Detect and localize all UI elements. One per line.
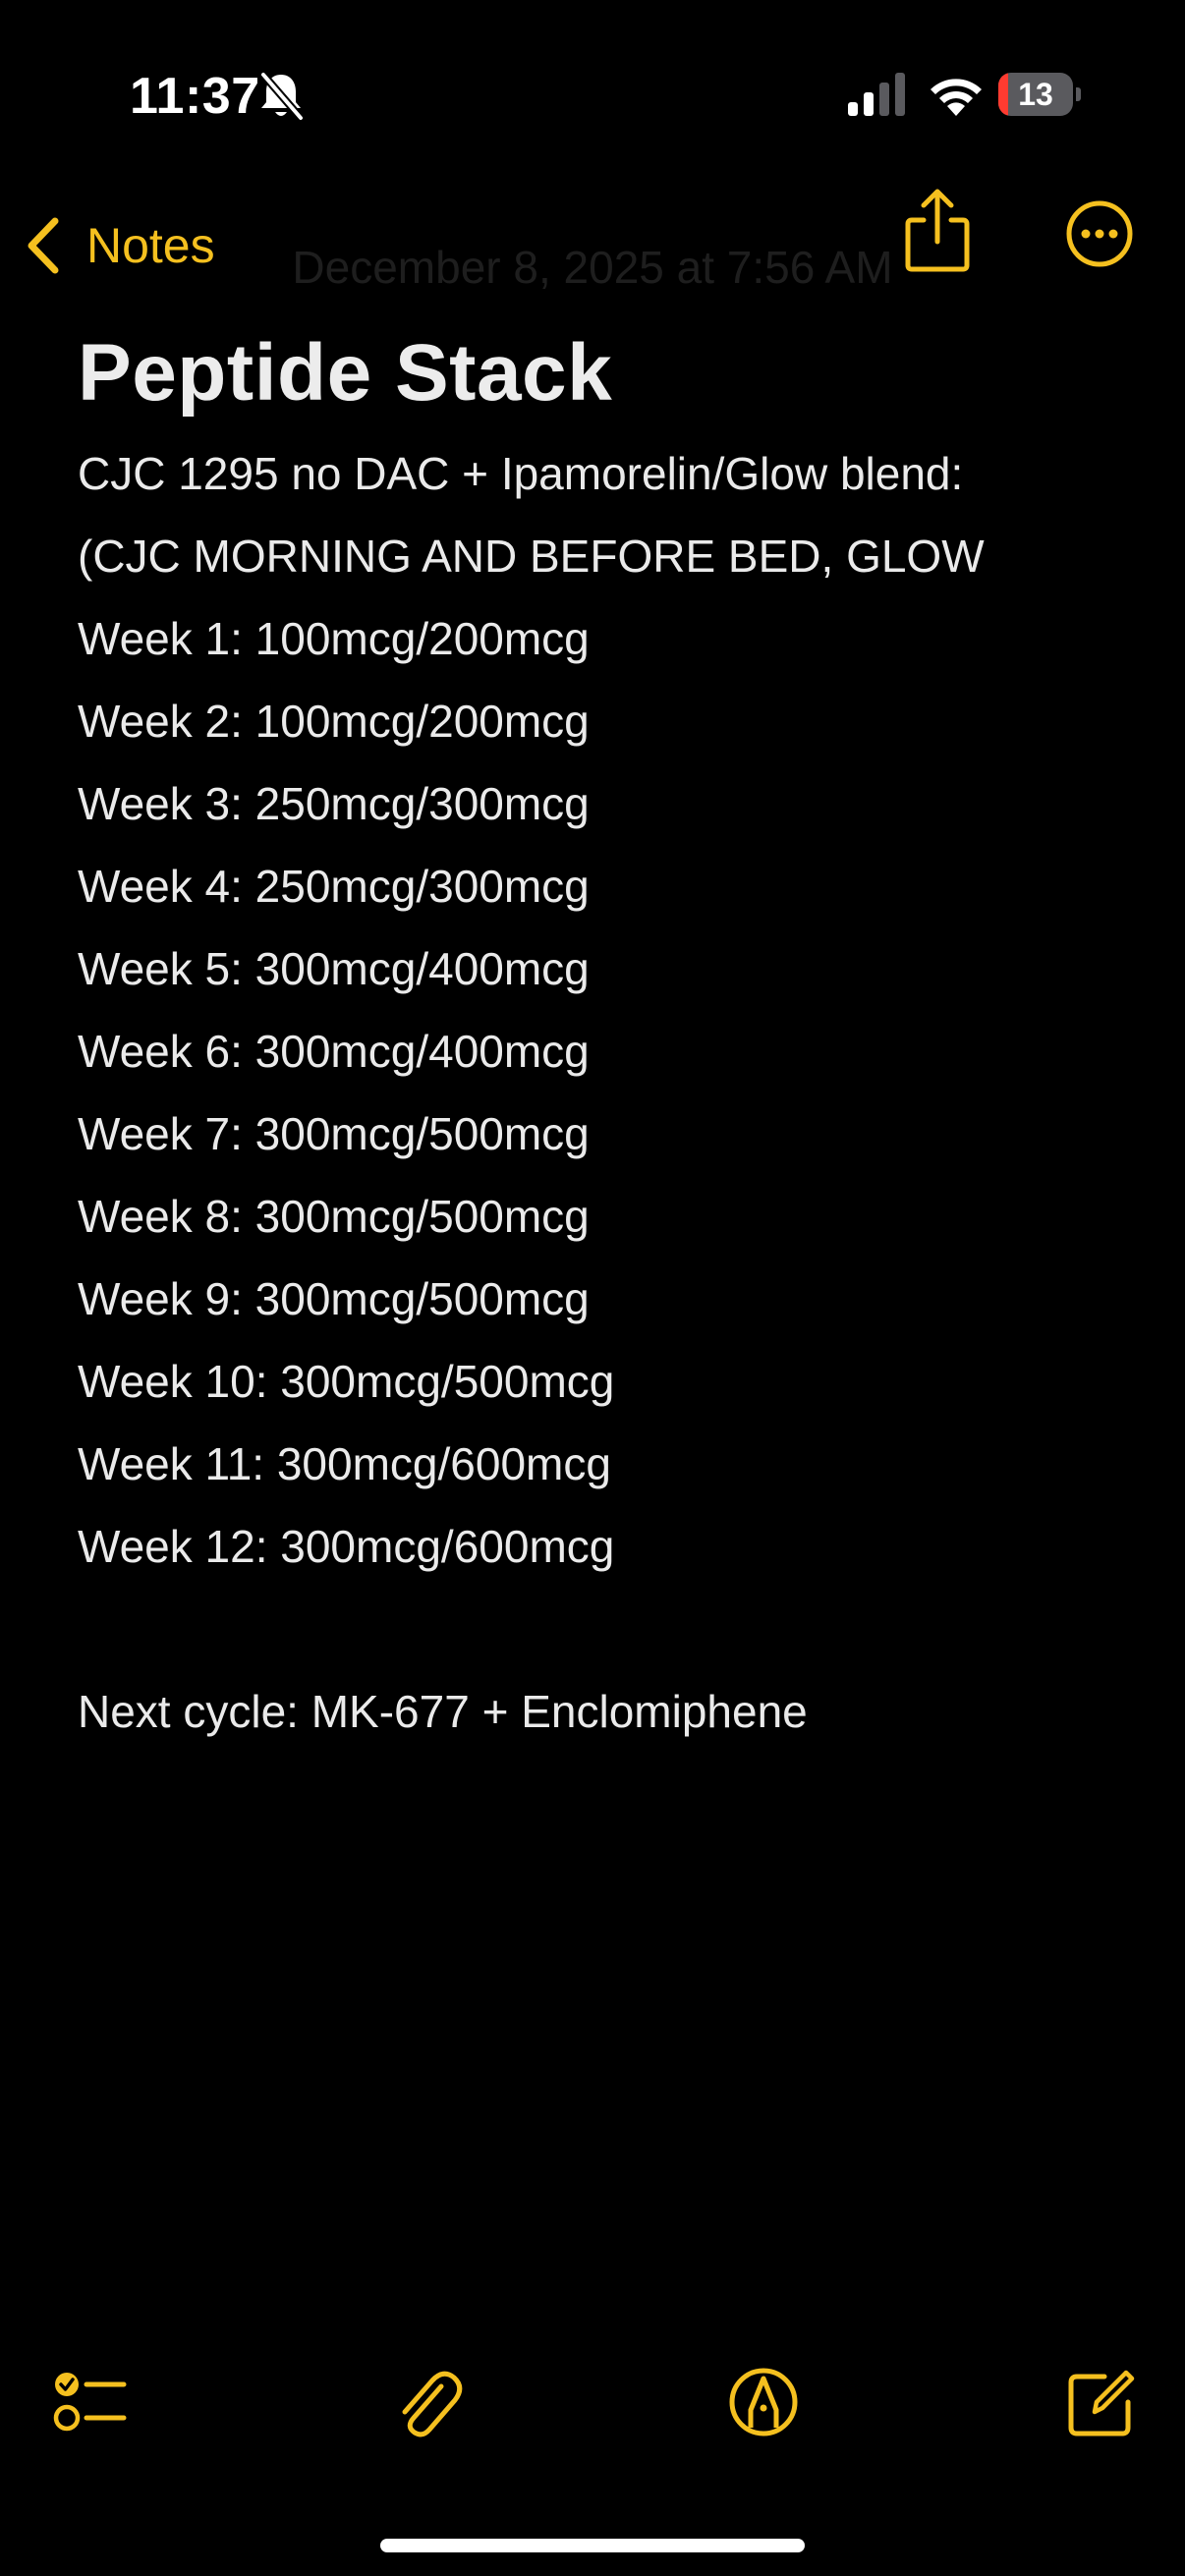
markup-pen-icon[interactable]: [724, 2363, 803, 2441]
week-line[interactable]: Week 9: 300mcg/500mcg: [78, 1258, 1158, 1340]
note-line[interactable]: (CJC MORNING AND BEFORE BED, GLOW: [78, 515, 1158, 597]
week-line[interactable]: Week 4: 250mcg/300mcg: [78, 845, 1158, 927]
week-line[interactable]: Week 7: 300mcg/500mcg: [78, 1092, 1158, 1175]
week-line[interactable]: Week 2: 100mcg/200mcg: [78, 680, 1158, 762]
home-indicator[interactable]: [380, 2539, 805, 2552]
bottom-toolbar: [0, 2363, 1185, 2461]
more-icon[interactable]: [1065, 199, 1134, 268]
battery-cap: [1076, 87, 1081, 101]
share-icon[interactable]: [902, 187, 973, 275]
note-line[interactable]: CJC 1295 no DAC + Ipamorelin/Glow blend:: [78, 432, 1158, 515]
week-line[interactable]: Week 8: 300mcg/500mcg: [78, 1175, 1158, 1258]
paperclip-icon[interactable]: [388, 2363, 467, 2441]
note-body[interactable]: Peptide Stack CJC 1295 no DAC + Ipamorel…: [78, 314, 1158, 1753]
back-to-notes-button[interactable]: Notes: [22, 201, 215, 290]
status-time: 11:37: [130, 68, 260, 125]
cellular-signal-icon: [848, 73, 905, 116]
week-line[interactable]: Week 6: 300mcg/400mcg: [78, 1010, 1158, 1092]
note-title[interactable]: Peptide Stack: [78, 314, 1158, 432]
nav-bar: December 8, 2025 at 7:56 AM Notes: [0, 187, 1185, 324]
status-bar: 11:37 13: [0, 0, 1185, 187]
back-label: Notes: [86, 218, 215, 273]
week-line[interactable]: Week 12: 300mcg/600mcg: [78, 1505, 1158, 1588]
wifi-icon: [931, 79, 982, 116]
battery-indicator: 13: [998, 73, 1081, 116]
week-line[interactable]: Week 1: 100mcg/200mcg: [78, 597, 1158, 680]
battery-level: 13: [1018, 77, 1053, 112]
battery-body: 13: [998, 73, 1073, 116]
week-line[interactable]: Week 5: 300mcg/400mcg: [78, 927, 1158, 1010]
chevron-left-icon: [28, 217, 59, 274]
week-line[interactable]: Week 3: 250mcg/300mcg: [78, 762, 1158, 845]
compose-icon[interactable]: [1061, 2363, 1140, 2441]
note-line[interactable]: Next cycle: MK-677 + Enclomiphene: [78, 1670, 1158, 1753]
week-line[interactable]: Week 11: 300mcg/600mcg: [78, 1423, 1158, 1505]
silent-bell-icon: [259, 72, 305, 121]
checklist-icon[interactable]: [51, 2363, 130, 2441]
week-line[interactable]: Week 10: 300mcg/500mcg: [78, 1340, 1158, 1423]
blank-line[interactable]: [78, 1588, 1158, 1670]
